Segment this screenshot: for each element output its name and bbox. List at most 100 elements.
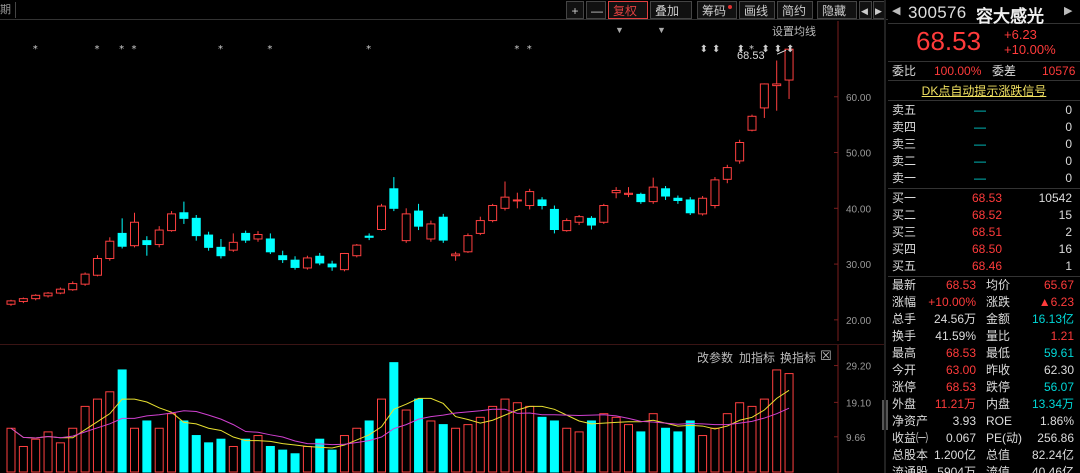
volume-bar-up (302, 445, 312, 473)
ask-row[interactable]: 卖二 — 0 (888, 153, 1080, 170)
candle-up (500, 196, 510, 209)
add-indicator-link[interactable]: 加指标 (739, 349, 775, 366)
bid-row[interactable]: 买五 68.46 1 (888, 258, 1080, 275)
event-marker-icon: * (749, 44, 754, 55)
y-tick-label: 40.00 (846, 204, 871, 215)
prev-arrow-icon[interactable]: ◀ (859, 1, 872, 19)
stat-value: 1.200亿 (933, 448, 976, 462)
volume-bar-down (278, 449, 288, 473)
bid-row[interactable]: 买二 68.52 15 (888, 207, 1080, 224)
stat-value: ▲6.23 (1038, 295, 1074, 309)
book-level-label: 买二 (892, 208, 917, 222)
candle-down (685, 199, 695, 214)
bid-row[interactable]: 买三 68.51 2 (888, 224, 1080, 241)
volume-bar-up (451, 427, 461, 473)
stats-row: 净资产 3.93 ROE 1.86% (888, 413, 1080, 430)
bid-row[interactable]: 买四 68.50 16 (888, 241, 1080, 258)
book-price: — (974, 137, 986, 151)
kline-chart[interactable]: 设置均线 60.00 50.00 40.00 30.00 20.00 68.53 * * * * *… (0, 21, 884, 341)
candle-up (154, 229, 164, 246)
stat-label: 外盘 (892, 397, 917, 411)
volume-bar-up (772, 369, 782, 473)
volume-bar-up (735, 402, 745, 473)
change-value: +6.23 (1004, 27, 1037, 42)
candle-up (722, 167, 732, 180)
stat-value: 3.93 (952, 414, 976, 428)
stat-value: 40.46亿 (1031, 465, 1074, 473)
fuquan-button[interactable]: 复权▼ (608, 1, 648, 35)
zoom-in-button[interactable]: + (566, 1, 584, 19)
volume-bar-up (92, 398, 102, 473)
y-tick-label: 50.00 (846, 149, 871, 160)
candle-up (599, 205, 609, 223)
candle-up (228, 241, 238, 251)
stat-label: 量比 (986, 329, 1011, 343)
chip-label: 筹码 (702, 4, 727, 18)
stats-row: 今开 63.00 昨收 62.30 (888, 362, 1080, 379)
candle-down (673, 197, 683, 201)
candle-up (562, 220, 572, 232)
stat-label: 流通股 (892, 465, 929, 473)
stat-value: 59.61 (1043, 346, 1074, 360)
stat-label: 最高 (892, 346, 917, 360)
simple-mode-button[interactable]: 简约 (777, 1, 813, 19)
event-marker-icon: * (527, 44, 532, 55)
stat-value: 56.07 (1043, 380, 1074, 394)
candle-down (315, 255, 325, 264)
stat-label: ROE (986, 414, 1013, 428)
book-volume: 15 (1058, 208, 1072, 222)
next-stock-icon[interactable]: ▶ (1064, 4, 1072, 17)
bid-row[interactable]: 买一 68.53 10542 (888, 190, 1080, 207)
vol-ma5-line (10, 389, 790, 449)
volume-bar-up (488, 405, 498, 473)
edit-params-link[interactable]: 改参数 (697, 349, 733, 366)
y-tick-label: 60.00 (846, 93, 871, 104)
ma-setting-link[interactable]: 设置均线 (772, 23, 816, 39)
signal-link[interactable]: DK点自动提示涨跌信号 (922, 84, 1047, 98)
chip-distribution-button[interactable]: 筹码 (697, 1, 737, 19)
switch-indicator-link[interactable]: 换指标 (780, 349, 816, 366)
ask-row[interactable]: 卖五 — 0 (888, 102, 1080, 119)
stats-row: 最高 68.53 最低 59.61 (888, 345, 1080, 362)
ask-row[interactable]: 卖一 — 0 (888, 170, 1080, 187)
volume-bar-up (562, 427, 572, 473)
volume-bar-down (537, 416, 547, 473)
zoom-out-button[interactable]: — (586, 1, 606, 19)
volume-bar-up (6, 427, 16, 473)
candle-down (661, 188, 671, 197)
stat-value: 68.53 (945, 278, 976, 292)
volume-bar-up (43, 431, 53, 473)
stat-label: 涨跌 (986, 295, 1011, 309)
overlay-button[interactable]: 叠加▼ (650, 1, 692, 35)
chart-toolbar: 期 + — 复权▼ 叠加▼ 筹码 画线 简约 隐藏 ◀ ▶ (0, 0, 888, 35)
stats-row: 涨幅 +10.00% 涨跌 ▲6.23 (888, 294, 1080, 311)
prev-stock-icon[interactable]: ◀ (892, 4, 900, 17)
candle-up (105, 240, 115, 259)
stat-value: 65.67 (1043, 278, 1074, 292)
volume-bar-up (698, 435, 708, 473)
candle-up (698, 197, 708, 215)
y-tick-label: 30.00 (846, 260, 871, 271)
ask-row[interactable]: 卖四 — 0 (888, 119, 1080, 136)
ask-row[interactable]: 卖三 — 0 (888, 136, 1080, 153)
volume-bar-down (438, 424, 448, 473)
stat-value: 82.24亿 (1031, 448, 1074, 462)
volume-bar-up (611, 416, 621, 473)
hide-button[interactable]: 隐藏 (817, 1, 857, 19)
period-tab[interactable]: 期 (0, 2, 16, 18)
stat-value: 0.067 (945, 431, 976, 445)
volume-bar-up (401, 409, 411, 473)
draw-line-button[interactable]: 画线 (739, 1, 775, 19)
stat-value: +10.00% (928, 295, 976, 309)
volume-bar-down (265, 445, 275, 473)
volume-chart[interactable]: 改参数 加指标 换指标 ☒ 29.20 19.10 9.66 (0, 344, 884, 473)
candle-up (624, 192, 633, 195)
candle-up (130, 221, 139, 247)
event-marker-icon: * (94, 44, 99, 55)
close-icon[interactable]: ☒ (820, 348, 832, 364)
candle-down (117, 232, 127, 247)
stats-row: 换手 41.59% 量比 1.21 (888, 328, 1080, 345)
stat-label: 净资产 (892, 414, 929, 428)
candle-up (31, 294, 41, 300)
volume-bar-down (414, 398, 424, 473)
